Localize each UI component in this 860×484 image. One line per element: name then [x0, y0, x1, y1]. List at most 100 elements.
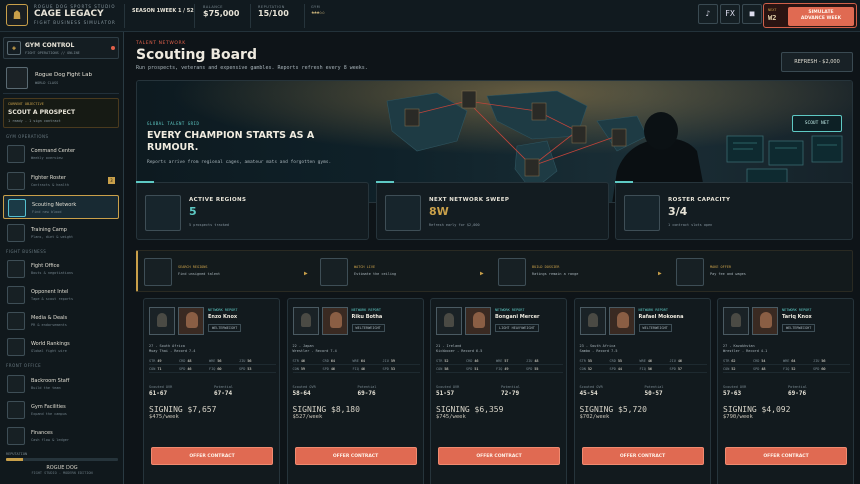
current-rating-value: 45-54	[579, 390, 598, 397]
offer-contract-button[interactable]: OFFER CONTRACT	[438, 447, 560, 465]
gym-control-header[interactable]: ◈ GYM CONTROL FIGHT OPERATIONS // ONLINE	[3, 37, 119, 59]
weekly-wage: $475/week	[149, 414, 179, 420]
report-tag: NETWORK REPORT	[495, 308, 525, 312]
main-content: TALENT NETWORK Scouting Board Run prospe…	[124, 32, 860, 484]
nav-fighter-roster[interactable]: Fighter Roster Contracts & health 3	[3, 169, 119, 193]
nav-fight-office[interactable]: Fight Office Bouts & negotiations	[3, 257, 119, 281]
attribute-jiu: JIU 46	[669, 359, 683, 363]
attribute-value: 55	[617, 359, 623, 363]
divider	[304, 4, 305, 28]
stat-value: 3/4	[668, 205, 688, 218]
page-title: Scouting Board	[136, 47, 257, 63]
attribute-value: 46	[300, 359, 306, 363]
attribute-value: 64	[360, 359, 366, 363]
attribute-grid: STR 52 CRD 46 WRE 57 JIU 48 CON 58 SPD 51 FIQ 49 SPD 55	[436, 357, 563, 373]
silhouette-icon	[292, 307, 319, 335]
attribute-value: 46	[474, 359, 479, 363]
hero-description: Reports arrive from regional cages, amat…	[147, 160, 332, 165]
gym-tier: WORLD CLASS	[35, 81, 59, 85]
stat-value: 5	[189, 205, 197, 218]
attribute-value: 46	[187, 367, 192, 371]
nav-world-rankings[interactable]: World Rankings Global fight wire	[3, 335, 119, 359]
nav-sublabel: Weekly overview	[31, 156, 63, 160]
attribute-value: 48	[534, 359, 539, 363]
attribute-row: CON 52 SPD 44 FIQ 56 SPD 57	[579, 365, 707, 373]
current-rating-label: Scouted OVR	[579, 385, 603, 389]
weight-class-badge: WELTERWEIGHT	[351, 324, 385, 332]
accent-bar	[136, 181, 154, 183]
scouting-pipeline: SEARCH REGIONS Find unsigned talent ▶ WAT…	[136, 250, 853, 292]
nav-gym-facilities[interactable]: Gym Facilities Expand the campus	[3, 398, 119, 422]
weight-class-badge: WELTERWEIGHT	[638, 324, 672, 332]
attribute-grid: STR 49 CRD 48 WRE 56 JIU 56 CON 71 SPD 46 FIQ 60 SPD 53	[149, 357, 276, 373]
signing-fee: SIGNING $5,720	[579, 405, 647, 414]
arrow-right-icon: ▶	[304, 270, 308, 277]
gym-rating-metric: GYM ★★★☆☆	[311, 5, 325, 16]
attribute-value: 60	[821, 367, 826, 371]
offer-contract-button[interactable]: OFFER CONTRACT	[581, 447, 704, 465]
attribute-con: CON 59	[292, 367, 306, 371]
stat-label: ROSTER CAPACITY	[668, 197, 731, 203]
pause-button[interactable]: ■	[742, 4, 762, 24]
attribute-wre: WRE 64	[783, 359, 796, 363]
step-sub: Estimate the ceiling	[354, 272, 397, 276]
offer-contract-button[interactable]: OFFER CONTRACT	[725, 447, 847, 465]
nav-opponent-intel[interactable]: Opponent Intel Tape & scout reports	[3, 283, 119, 307]
next-week-value: W2	[768, 14, 777, 22]
fighter-name: Tariq Knox	[782, 314, 812, 320]
advance-week-button[interactable]: NEXT W2 SIMULATE ADVANCE WEEK	[763, 3, 857, 28]
stat-sub: 1 contract slots open	[668, 223, 713, 227]
nav-label: Opponent Intel	[31, 289, 69, 295]
attribute-value: 52	[731, 367, 736, 371]
refresh-button[interactable]: REFRESH - $2,000	[781, 52, 853, 72]
reputation-metric: REPUTATION 15/100	[258, 5, 289, 18]
fighter-meta: 27 - Kazakhstan Wrestler - Record 4-1	[723, 344, 767, 354]
nav-label: Command Center	[31, 148, 76, 154]
attribute-crd: CRD 54	[753, 359, 766, 363]
current-rating-value: 58-64	[292, 390, 311, 397]
prospect-card: NETWORK REPORT Enzo Knox WELTERWEIGHT 27…	[143, 298, 280, 484]
arrow-right-icon: ▶	[658, 270, 662, 277]
scout-net-button[interactable]: SCOUT NET	[792, 115, 842, 132]
nav-command-center[interactable]: Command Center Weekly overview	[3, 142, 119, 166]
fx-toggle-button[interactable]: FX	[720, 4, 740, 24]
attribute-value: 59	[390, 359, 396, 363]
attribute-fiq: FIQ 46	[352, 367, 366, 371]
current-rating-label: Scouted OVR	[149, 385, 173, 389]
top-bar: ☗ ROGUE DOG SPORTS STUDIO CAGE LEGACY FI…	[0, 0, 860, 32]
nav-label: Finances	[31, 430, 53, 436]
attribute-row: CON 59 SPD 46 FIQ 46 SPD 53	[292, 365, 420, 373]
nav-training-camp[interactable]: Training Camp Plans, diet & weight	[3, 221, 119, 245]
silhouette-icon	[723, 307, 749, 335]
page-subtitle: Run prospects, veterans and expensive ga…	[136, 65, 368, 71]
attribute-str: STR 62	[723, 359, 736, 363]
attribute-value: 46	[330, 367, 336, 371]
report-tag: NETWORK REPORT	[351, 308, 382, 312]
offer-contract-button[interactable]: OFFER CONTRACT	[294, 447, 417, 465]
offer-contract-button[interactable]: OFFER CONTRACT	[151, 447, 273, 465]
nav-finances[interactable]: Finances Cash flow & ledger	[3, 424, 119, 448]
nav-media-deals[interactable]: Media & Deals PR & endorsements	[3, 309, 119, 333]
attribute-wre: WRE 46	[639, 359, 653, 363]
gym-profile[interactable]: Rogue Dog Fight Lab WORLD CLASS	[3, 64, 119, 94]
attribute-value: 56	[821, 359, 826, 363]
objective-title: SCOUT A PROSPECT	[8, 109, 76, 116]
nav-scouting-network[interactable]: Scouting Network Find new blood	[3, 195, 119, 219]
training-icon	[7, 224, 25, 242]
nav-label: Training Camp	[31, 227, 67, 233]
attribute-value: 62	[731, 359, 736, 363]
current-objective[interactable]: CURRENT OBJECTIVE SCOUT A PROSPECT 1 rea…	[3, 98, 119, 128]
attribute-row: CON 52 SPD 48 FIQ 52 SPD 60	[723, 365, 850, 373]
brand-title: CAGE LEGACY	[34, 9, 104, 19]
music-toggle-button[interactable]: ♪	[698, 4, 718, 24]
nav-label: Media & Deals	[31, 315, 68, 321]
nav-sublabel: PR & endorsements	[31, 323, 67, 327]
potential-label: Potential	[644, 385, 664, 389]
attribute-value: 55	[534, 367, 539, 371]
attribute-value: 49	[504, 367, 509, 371]
fighter-style-record: Kickboxer - Record 6-5	[436, 349, 483, 353]
hero-kicker: GLOBAL TALENT GRID	[147, 121, 200, 126]
fighter-name: Riku Botha	[351, 314, 383, 320]
nav-backroom-staff[interactable]: Backroom Staff Build the team	[3, 372, 119, 396]
step-title: WATCH LIVE	[354, 265, 376, 269]
